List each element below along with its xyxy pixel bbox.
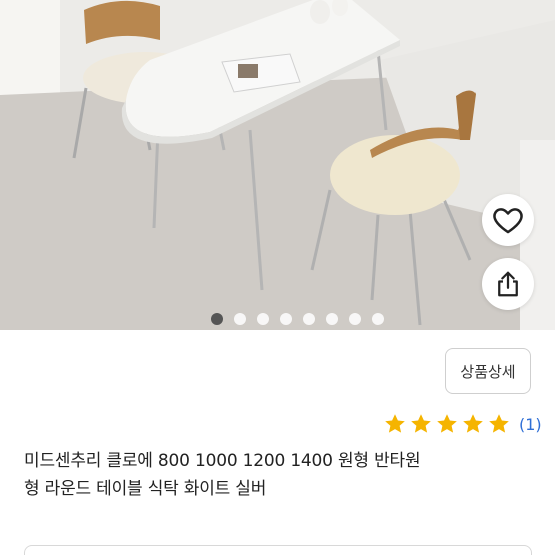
star-icon (463, 414, 483, 433)
star-icon (385, 414, 405, 433)
pagination-dot[interactable] (257, 313, 269, 325)
pagination-dot[interactable] (349, 313, 361, 325)
image-pagination (0, 313, 555, 325)
pagination-dot[interactable] (372, 313, 384, 325)
share-icon (498, 271, 518, 297)
product-photo-scene (0, 0, 555, 330)
pagination-dot[interactable] (303, 313, 315, 325)
rating: (1) (383, 410, 542, 438)
star-icon (489, 414, 509, 433)
product-image[interactable] (0, 0, 555, 330)
pagination-dot[interactable] (211, 313, 223, 325)
product-title: 미드센추리 클로에 800 1000 1200 1400 원형 반타원 형 라운… (24, 451, 421, 499)
product-detail-button[interactable]: 상품상세 (445, 348, 531, 394)
pagination-dot[interactable] (280, 313, 292, 325)
heart-icon (493, 208, 523, 234)
like-button[interactable] (482, 194, 534, 246)
share-button[interactable] (482, 258, 534, 310)
star-icon (437, 414, 457, 433)
star-icon (411, 414, 431, 433)
pagination-dot[interactable] (326, 313, 338, 325)
option-select[interactable] (24, 545, 532, 555)
review-count-link[interactable]: (1) (519, 415, 542, 434)
pagination-dot[interactable] (234, 313, 246, 325)
